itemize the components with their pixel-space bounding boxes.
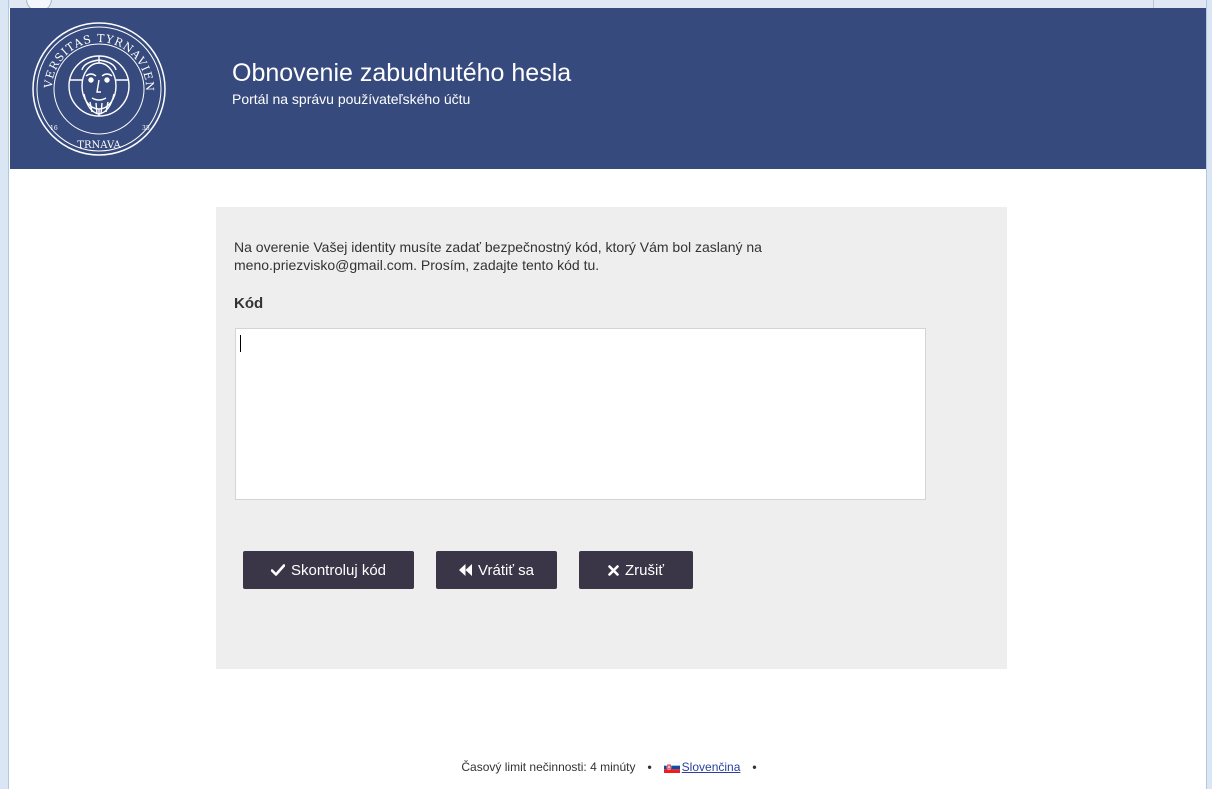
text-caret	[240, 335, 241, 352]
cancel-button[interactable]: Zrušiť	[579, 551, 693, 589]
page-header: UNIVERSITAS TYRNAVIENSIS TRNAVA 16 35 Ob…	[10, 8, 1206, 169]
fast-backward-icon	[459, 564, 473, 576]
window-left-border	[0, 0, 9, 789]
logo-text-bottom: TRNAVA	[77, 140, 121, 151]
timeout-text: Časový limit nečinnosti: 4 minúty	[461, 760, 636, 774]
check-code-button-label: Skontroluj kód	[290, 561, 387, 579]
footer-separator-1: •	[647, 760, 652, 774]
logo-year-right: 35	[142, 125, 150, 132]
language-link[interactable]: Slovenčina	[682, 760, 741, 774]
check-code-button[interactable]: Skontroluj kód	[243, 551, 414, 589]
logo-year-left: 16	[50, 125, 58, 132]
page-title: Obnovenie zabudnutého hesla	[232, 59, 572, 87]
footer-separator-2: •	[752, 760, 757, 774]
go-back-button-label: Vrátiť sa	[478, 561, 534, 579]
page-subtitle: Portál na správu používateľského účtu	[232, 91, 471, 107]
code-label: Kód	[234, 295, 264, 312]
check-icon	[270, 564, 285, 576]
instructions-text: Na overenie Vašej identity musíte zadať …	[234, 238, 934, 274]
slovak-flag-icon	[663, 761, 680, 773]
instructions-line-2: meno.priezvisko@gmail.com. Prosím, zadaj…	[234, 257, 600, 273]
verification-panel: Na overenie Vašej identity musíte zadať …	[216, 207, 1007, 669]
page-footer: Časový limit nečinnosti: 4 minúty • Slov…	[0, 760, 1212, 774]
window-top-border	[0, 0, 1212, 8]
code-input[interactable]	[235, 328, 926, 500]
close-icon	[608, 564, 619, 576]
go-back-button[interactable]: Vrátiť sa	[436, 551, 557, 589]
cancel-button-label: Zrušiť	[625, 561, 664, 579]
university-seal-logo: UNIVERSITAS TYRNAVIENSIS TRNAVA 16 35	[30, 20, 166, 156]
window-divider	[1153, 0, 1154, 8]
instructions-line-1: Na overenie Vašej identity musíte zadať …	[234, 239, 762, 255]
window-right-border	[1206, 0, 1212, 789]
